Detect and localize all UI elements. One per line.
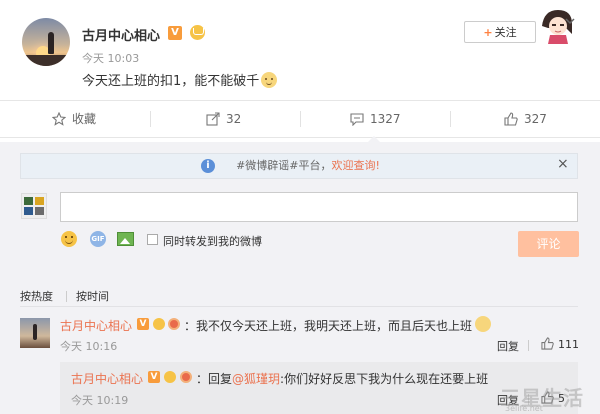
author-name[interactable]: 古月中心相心 [82, 25, 160, 44]
also-forward-checkbox[interactable] [147, 234, 158, 245]
submit-comment-button[interactable]: 评论 [518, 231, 579, 257]
post-action-bar: 收藏 32 1327 327 [0, 100, 600, 138]
watermark-url: 3elife.net [505, 404, 543, 413]
star-icon [51, 111, 67, 126]
member-crown-icon [164, 371, 176, 383]
thumbs-up-icon [504, 112, 518, 126]
my-avatar[interactable] [21, 193, 47, 219]
sort-by-hot-tab[interactable]: 按热度 [20, 288, 53, 304]
comment-action-divider [528, 340, 529, 351]
comment-like-button[interactable]: 111 [541, 337, 579, 351]
post-timestamp[interactable]: 今天 10:03 [82, 50, 139, 66]
follow-button[interactable]: + 关注 [464, 21, 536, 43]
comment-reply-button[interactable]: 回复 [497, 338, 519, 354]
sort-divider [66, 291, 67, 302]
doge-emoji-icon [261, 72, 278, 88]
reply-text: ：回复@狐瑾玥:你们好好反思下我为什么现在还要上班 [196, 372, 489, 386]
also-forward-label[interactable]: 同时转发到我的微博 [163, 233, 262, 249]
notice-query-link[interactable]: 欢迎查询! [332, 159, 380, 172]
verified-badge-icon: V [148, 371, 160, 383]
gif-picker-icon[interactable]: GIF [90, 231, 106, 247]
comment-button[interactable]: 1327 [350, 101, 401, 137]
rumor-notice-bar: #微博辟谣#平台，欢迎查询! [20, 153, 578, 179]
fan-badge-icon [168, 318, 180, 330]
member-crown-icon [153, 318, 165, 330]
fan-badge-icon [180, 371, 192, 383]
commenter-avatar[interactable] [20, 318, 50, 348]
post-text: 今天还上班的扣1，能不能破千 [82, 70, 278, 89]
notice-topic-link[interactable]: #微博辟谣#平台， [236, 159, 331, 172]
author-avatar[interactable] [22, 18, 70, 66]
favorite-button[interactable]: 收藏 [51, 101, 96, 137]
chevron-down-icon[interactable] [565, 16, 575, 26]
reply-author-name[interactable]: 古月中心相心 [71, 370, 143, 387]
thumbs-up-icon [541, 337, 554, 350]
comment-timestamp: 今天 10:16 [60, 340, 118, 353]
plus-icon: + [483, 26, 493, 39]
sort-by-time-tab[interactable]: 按时间 [76, 288, 109, 304]
verified-badge-icon: V [137, 318, 149, 330]
member-crown-icon [190, 25, 205, 40]
comment-input[interactable] [60, 192, 578, 222]
forward-button[interactable]: 32 [206, 101, 241, 137]
close-icon[interactable]: × [557, 156, 569, 172]
emoji-picker-icon[interactable] [61, 231, 77, 247]
comment-text: ：我不仅今天还上班，我明天还上班，而且后天也上班 [184, 319, 473, 333]
reply-timestamp: 今天 10:19 [71, 394, 129, 407]
commenter-name[interactable]: 古月中心相心 [60, 317, 132, 334]
forward-icon [206, 112, 220, 126]
image-upload-icon[interactable] [117, 232, 134, 246]
mention-link[interactable]: @狐瑾玥 [232, 372, 280, 386]
verified-badge-icon: V [168, 26, 182, 40]
info-icon: i [201, 159, 215, 173]
smile-emoji-icon [475, 316, 491, 332]
comment-icon [350, 113, 364, 127]
like-button[interactable]: 327 [504, 101, 547, 137]
sort-underline [20, 306, 578, 307]
